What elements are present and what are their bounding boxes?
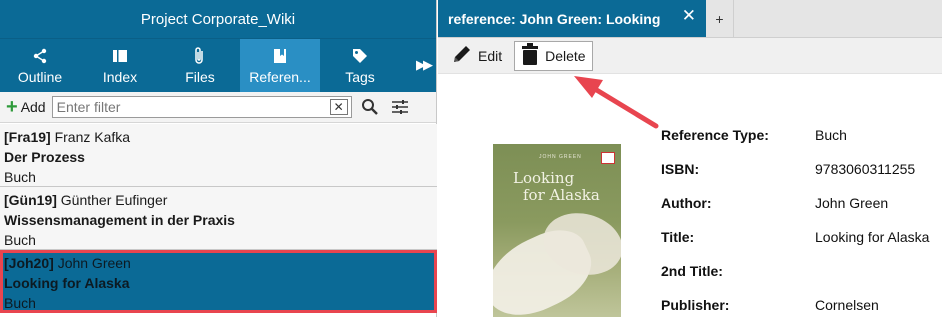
nav-tab-outline[interactable]: Outline [0, 39, 80, 92]
trash-icon [521, 43, 539, 68]
reference-author: John Green [57, 255, 131, 271]
paperclip-icon [194, 46, 206, 65]
pencil-icon [452, 44, 472, 67]
reference-list: [Fra19] Franz Kafka Der Prozess Buch [Gü… [0, 124, 437, 313]
reference-toolbar: + Add Enter filter ✕ [0, 92, 436, 123]
close-icon[interactable]: ✕ [329, 99, 348, 115]
delete-button[interactable]: Delete [514, 40, 593, 71]
detail-row: Publisher: Cornelsen [661, 297, 879, 313]
detail-row: Author: John Green [661, 195, 889, 211]
reference-key: [Fra19] [4, 129, 51, 145]
close-icon[interactable]: ✕ [682, 6, 696, 26]
tab-reference[interactable]: reference: John Green: Looking ✕ [438, 0, 706, 37]
detail-row: 2nd Title: [661, 263, 723, 279]
reference-key: [Gün19] [4, 192, 57, 208]
sidebar-nav: Outline Index Files Referen... Tags ▶▶ [0, 38, 436, 92]
reference-title: Wissensmanagement in der Praxis [4, 212, 235, 228]
add-reference-button[interactable]: + Add [6, 96, 46, 118]
detail-row: Title: Looking for Alaska [661, 229, 930, 245]
reference-key: [Joh20] [4, 255, 54, 271]
reference-title: Looking for Alaska [4, 275, 130, 291]
new-tab-button[interactable]: + [706, 0, 734, 37]
nav-label-references: Referen... [249, 68, 311, 85]
reference-author: Günther Eufinger [60, 192, 168, 208]
reference-actions: Edit Delete [438, 38, 942, 74]
tag-icon [352, 47, 368, 65]
tab-bar: reference: John Green: Looking ✕ + [438, 0, 942, 38]
cover-badge [601, 152, 615, 164]
reference-type: Buch [4, 232, 36, 248]
edit-label: Edit [478, 47, 503, 64]
list-item[interactable]: [Fra19] Franz Kafka Der Prozess Buch [0, 124, 437, 187]
nav-label-files: Files [185, 68, 215, 85]
nav-label-outline: Outline [17, 68, 63, 85]
share-icon [32, 47, 48, 65]
cover-author: JOHN GREEN [539, 154, 582, 160]
nav-tab-references[interactable]: Referen... [240, 39, 320, 92]
nav-tab-index[interactable]: Index [80, 39, 160, 92]
delete-label: Delete [545, 47, 586, 64]
plus-icon: + [6, 96, 18, 118]
nav-label-tags: Tags [345, 68, 375, 85]
nav-tab-tags[interactable]: Tags [320, 39, 400, 92]
detail-row: Reference Type: Buch [661, 127, 847, 143]
bookmark-icon [273, 47, 287, 65]
cover-title: Looking for Alaska [513, 169, 600, 204]
list-item-selected[interactable]: [Joh20] John Green Looking for Alaska Bu… [0, 250, 437, 313]
tab-title: reference: John Green: Looking [448, 10, 661, 27]
index-icon [112, 47, 128, 65]
filter-placeholder: Enter filter [56, 99, 121, 115]
book-cover-image: JOHN GREEN Looking for Alaska [493, 144, 621, 317]
double-chevron-right-icon[interactable]: ▶▶ [416, 57, 433, 73]
reference-details: Reference Type: Buch ISBN: 9783060311255 A… [661, 118, 942, 317]
reference-author: Franz Kafka [54, 129, 131, 145]
reference-title: Der Prozess [4, 149, 85, 165]
nav-label-index: Index [102, 68, 138, 85]
filter-input[interactable]: Enter filter ✕ [51, 96, 352, 118]
project-title: Project Corporate_Wiki [0, 0, 436, 38]
references-panel: Project Corporate_Wiki Outline Index Fil… [0, 0, 437, 317]
reference-type: Buch [4, 295, 36, 311]
list-item[interactable]: [Gün19] Günther Eufinger Wissensmanageme… [0, 187, 437, 250]
edit-button[interactable]: Edit [446, 41, 508, 71]
reference-detail-panel: reference: John Green: Looking ✕ + Edit … [438, 0, 942, 317]
add-label: Add [20, 99, 46, 115]
reference-type: Buch [4, 169, 36, 185]
detail-row: ISBN: 9783060311255 [661, 161, 916, 177]
sliders-icon[interactable] [388, 96, 412, 118]
nav-tab-files[interactable]: Files [160, 39, 240, 92]
search-icon[interactable] [358, 96, 382, 118]
